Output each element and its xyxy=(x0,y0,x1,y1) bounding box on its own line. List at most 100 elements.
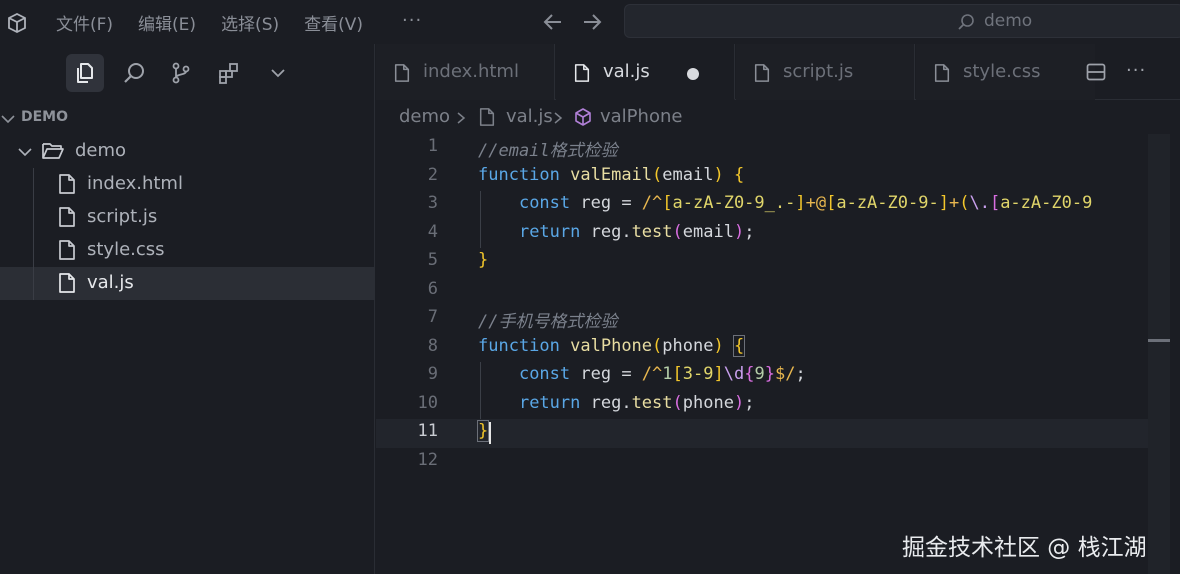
file-icon xyxy=(59,174,75,194)
menu-edit[interactable]: 编辑(E) xyxy=(138,10,196,35)
unsaved-dot-icon[interactable] xyxy=(687,68,699,80)
code-line: 3 const reg = /^[a-zA-Z0-9_.-]+@[a-zA-Z0… xyxy=(376,191,1170,220)
breadcrumb-symbol[interactable]: valPhone xyxy=(600,106,682,127)
tree-file-index-html[interactable]: index.html xyxy=(0,168,375,201)
line-number: 1 xyxy=(427,136,438,156)
code-text: function valEmail(email) { xyxy=(478,164,745,185)
chevron-down-icon xyxy=(271,69,285,78)
tree-file-val-js[interactable]: val.js xyxy=(0,267,375,300)
search-button[interactable] xyxy=(115,54,153,92)
code-text: } xyxy=(476,420,490,442)
code-text: return reg.test(email); xyxy=(518,221,755,242)
menu-more-icon[interactable]: ··· xyxy=(402,10,422,31)
explorer-section-header[interactable]: DEMO xyxy=(0,102,375,135)
code-text: function valPhone(phone) { xyxy=(478,334,746,357)
activity-bar xyxy=(0,44,375,102)
more-views-button[interactable] xyxy=(259,54,297,92)
line-number: 8 xyxy=(427,335,438,356)
code-line: 5 } xyxy=(376,248,1170,277)
split-editor-icon[interactable] xyxy=(1086,63,1106,81)
file-icon xyxy=(574,64,590,82)
file-icon xyxy=(59,240,75,260)
code-line: 9 const reg = /^1[3-9]\d{9}$/; xyxy=(376,362,1170,391)
search-icon xyxy=(124,63,144,83)
search-icon xyxy=(958,14,974,30)
indent-guide xyxy=(33,201,34,234)
line-number: 7 xyxy=(427,307,438,327)
tab-val-js[interactable]: val.js xyxy=(556,44,735,100)
menu-selection[interactable]: 选择(S) xyxy=(221,10,279,35)
tree-file-label: index.html xyxy=(87,173,183,194)
line-number: 11 xyxy=(417,421,438,441)
indent-guide xyxy=(33,168,34,201)
chevron-down-icon xyxy=(1,115,15,124)
line-number: 9 xyxy=(427,364,438,384)
menu-bar: 文件(F) 编辑(E) 选择(S) 查看(V) xyxy=(56,0,388,44)
code-text: return reg.test(phone); xyxy=(518,392,755,413)
symbol-method-icon xyxy=(575,108,591,126)
indent-guide xyxy=(33,234,34,267)
code-text: //手机号格式检验 xyxy=(478,312,618,332)
menu-file[interactable]: 文件(F) xyxy=(56,10,113,35)
file-icon xyxy=(754,64,770,82)
watermark-text: 掘金技术社区 @ 栈江湖 xyxy=(902,535,1147,561)
tab-label: val.js xyxy=(603,61,650,82)
tree-file-label: val.js xyxy=(87,272,134,293)
line-number: 3 xyxy=(427,193,438,213)
indent-guide xyxy=(33,267,34,300)
breadcrumb: demo val.js valPhone xyxy=(376,101,1180,133)
command-center-text: demo xyxy=(984,11,1033,31)
code-line: 12 xyxy=(376,448,1170,477)
source-control-icon xyxy=(172,62,190,84)
line-number: 4 xyxy=(427,221,438,242)
tab-style-css[interactable]: style.css xyxy=(916,44,1095,100)
line-number: 5 xyxy=(427,250,438,270)
vertical-scrollbar[interactable] xyxy=(1148,134,1170,574)
line-number: 12 xyxy=(417,449,438,470)
file-icon xyxy=(59,273,75,293)
title-bar: 文件(F) 编辑(E) 选择(S) 查看(V) ··· demo xyxy=(0,0,1180,44)
tree-file-script-js[interactable]: script.js xyxy=(0,201,375,234)
tab-index-html[interactable]: index.html xyxy=(376,44,555,100)
file-icon xyxy=(934,64,950,82)
breadcrumb-file[interactable]: val.js xyxy=(506,106,553,127)
file-icon xyxy=(479,108,495,126)
tree-file-label: style.css xyxy=(87,239,165,260)
explorer-section-title: DEMO xyxy=(21,109,69,125)
app-logo-icon xyxy=(8,12,26,34)
code-line: 1 //email格式检验 xyxy=(376,134,1170,163)
menu-view[interactable]: 查看(V) xyxy=(304,10,363,35)
command-center-search[interactable]: demo xyxy=(624,4,1180,38)
code-line: 6 xyxy=(376,277,1170,306)
tab-label: script.js xyxy=(783,61,854,82)
file-explorer: DEMO demo index.html script.js style.css… xyxy=(0,102,375,300)
more-actions-icon[interactable]: ··· xyxy=(1126,60,1146,81)
text-cursor xyxy=(489,422,491,444)
arrow-left-icon[interactable] xyxy=(541,10,565,34)
breadcrumb-folder[interactable]: demo xyxy=(399,106,450,127)
code-line: 2 function valEmail(email) { xyxy=(376,163,1170,192)
arrow-right-icon[interactable] xyxy=(580,10,604,34)
source-control-button[interactable] xyxy=(162,54,200,92)
tree-folder-label: demo xyxy=(75,140,127,161)
tab-script-js[interactable]: script.js xyxy=(736,44,915,100)
extensions-button[interactable] xyxy=(210,54,248,92)
code-line: 7 //手机号格式检验 xyxy=(376,305,1170,334)
code-text: } xyxy=(478,250,489,270)
code-text: const reg = /^[a-zA-Z0-9_.-]+@[a-zA-Z0-9… xyxy=(518,193,1093,213)
tree-file-style-css[interactable]: style.css xyxy=(0,234,375,267)
tab-bar: index.html val.js script.js style.css ··… xyxy=(376,44,1180,100)
scrollbar-cursor-marker xyxy=(1148,339,1170,342)
code-editor[interactable]: 1 //email格式检验 2 function valEmail(email)… xyxy=(376,134,1180,574)
file-icon xyxy=(394,64,410,82)
sidebar: DEMO demo index.html script.js style.css… xyxy=(0,44,375,574)
explorer-button[interactable] xyxy=(66,54,104,92)
line-number: 6 xyxy=(427,278,438,299)
code-line: 10 return reg.test(phone); xyxy=(376,390,1170,419)
folder-open-icon xyxy=(42,143,64,159)
code-line: 8 function valPhone(phone) { xyxy=(376,334,1170,363)
tree-file-label: script.js xyxy=(87,206,158,227)
file-icon xyxy=(59,207,75,227)
line-number: 10 xyxy=(417,392,438,413)
tree-folder-demo[interactable]: demo xyxy=(0,135,375,168)
